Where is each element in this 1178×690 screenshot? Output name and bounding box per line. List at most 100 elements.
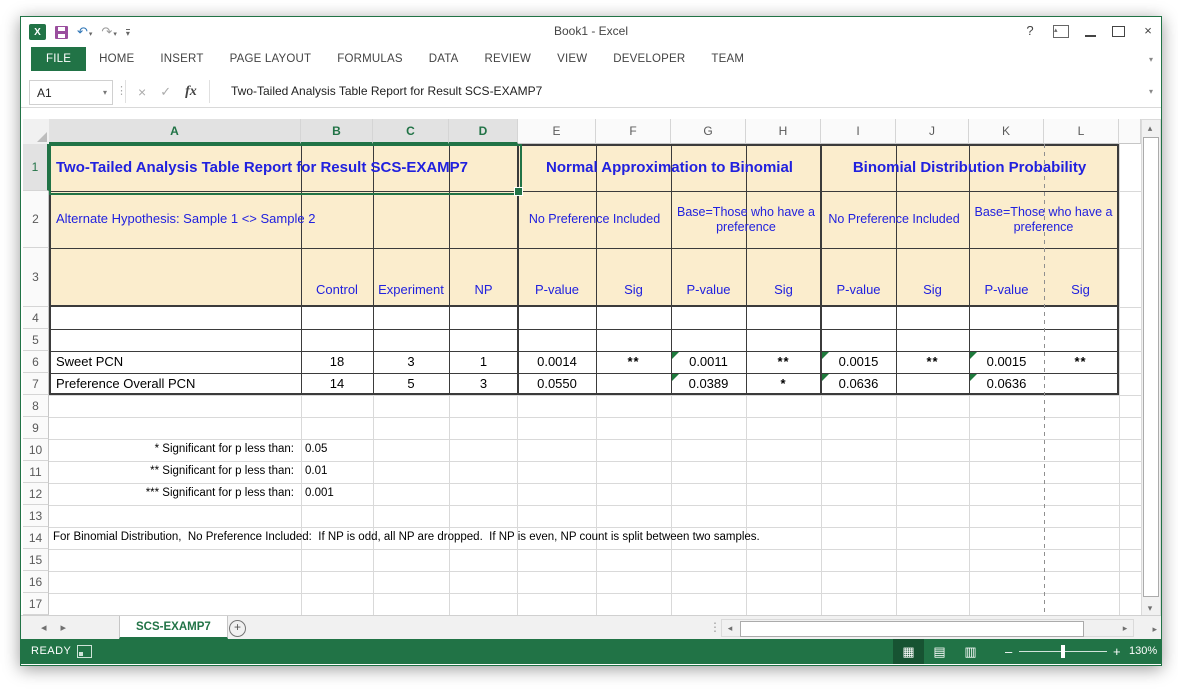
row-header-4[interactable]: 4: [23, 307, 49, 329]
cell-G2[interactable]: Base=Those who have a preference: [672, 191, 820, 248]
page-break-view-icon[interactable]: ▥: [955, 639, 986, 664]
column-header-C[interactable]: C: [373, 119, 449, 144]
ribbon-tab-view[interactable]: VIEW: [544, 47, 600, 71]
macro-record-icon[interactable]: [77, 645, 92, 658]
cell-I6[interactable]: 0.0015: [821, 351, 896, 373]
ribbon-tab-file[interactable]: FILE: [31, 47, 86, 71]
cell-E6[interactable]: 0.0014: [518, 351, 596, 373]
normal-view-icon[interactable]: ▦: [893, 639, 924, 664]
cell-B10[interactable]: 0.05: [305, 439, 395, 461]
scroll-left-icon[interactable]: ◂: [722, 620, 738, 636]
cell-K6[interactable]: 0.0015: [969, 351, 1044, 373]
ribbon-tab-insert[interactable]: INSERT: [147, 47, 216, 71]
cell-C6[interactable]: 3: [373, 351, 449, 373]
row-header-8[interactable]: 8: [23, 395, 49, 417]
cell-D3[interactable]: NP: [449, 248, 518, 307]
column-header-H[interactable]: H: [746, 119, 821, 144]
row-header-7[interactable]: 7: [23, 373, 49, 395]
zoom-in-button[interactable]: +: [1113, 644, 1121, 659]
minimize-button[interactable]: [1085, 25, 1096, 37]
column-header-I[interactable]: I: [821, 119, 896, 144]
column-header-E[interactable]: E: [518, 119, 596, 144]
column-header-J[interactable]: J: [896, 119, 969, 144]
column-header-D[interactable]: D: [449, 119, 518, 144]
row-header-16[interactable]: 16: [23, 571, 49, 593]
insert-function-icon[interactable]: fx: [185, 84, 197, 100]
cell-B7[interactable]: 14: [301, 373, 373, 395]
row-header-3[interactable]: 3: [23, 248, 49, 307]
column-header-B[interactable]: B: [301, 119, 373, 144]
chevron-down-icon[interactable]: ▾: [103, 88, 112, 97]
new-sheet-button[interactable]: +: [229, 620, 246, 637]
sheet-tab-scs-examp7[interactable]: SCS-EXAMP7: [119, 616, 228, 639]
ribbon-tab-page-layout[interactable]: PAGE LAYOUT: [217, 47, 325, 71]
expand-formula-bar-icon[interactable]: ▾: [1149, 87, 1153, 96]
zoom-slider-thumb[interactable]: [1061, 645, 1065, 658]
horizontal-scrollbar-thumb[interactable]: [740, 621, 1084, 637]
cell-A7[interactable]: Preference Overall PCN: [49, 373, 301, 395]
zoom-out-button[interactable]: –: [1005, 644, 1012, 659]
cell-B3[interactable]: Control: [301, 248, 373, 307]
cell-H6[interactable]: **: [746, 351, 821, 373]
cell-F7[interactable]: [596, 373, 671, 395]
cell-B11[interactable]: 0.01: [305, 461, 395, 483]
cell-H7[interactable]: *: [746, 373, 821, 395]
cell-E3[interactable]: P-value: [518, 248, 596, 307]
cell-A12[interactable]: *** Significant for p less than:: [49, 483, 299, 505]
vertical-scrollbar-thumb[interactable]: [1143, 137, 1159, 597]
cell-E1[interactable]: Normal Approximation to Binomial: [519, 144, 820, 191]
cell-G6[interactable]: 0.0011: [671, 351, 746, 373]
cell-K7[interactable]: 0.0636: [969, 373, 1044, 395]
row-header-13[interactable]: 13: [23, 505, 49, 527]
cell-L3[interactable]: Sig: [1044, 248, 1117, 307]
column-header-G[interactable]: G: [671, 119, 746, 144]
column-header-L[interactable]: L: [1044, 119, 1119, 144]
name-box[interactable]: A1 ▾: [29, 80, 113, 105]
cell-J7[interactable]: [896, 373, 969, 395]
cell-D6[interactable]: 1: [449, 351, 518, 373]
row-header-15[interactable]: 15: [23, 549, 49, 571]
cell-I2[interactable]: No Preference Included: [821, 191, 967, 248]
ribbon-tab-home[interactable]: HOME: [86, 47, 147, 71]
row-header-2[interactable]: 2: [23, 191, 49, 248]
ribbon-display-options-button[interactable]: ▴: [1053, 25, 1069, 38]
row-header-1[interactable]: 1: [23, 144, 49, 191]
cell-I1[interactable]: Binomial Distribution Probability: [822, 144, 1117, 191]
cell-G7[interactable]: 0.0389: [671, 373, 746, 395]
scroll-down-icon[interactable]: ▾: [1142, 600, 1158, 616]
ribbon-tab-formulas[interactable]: FORMULAS: [324, 47, 416, 71]
fill-handle[interactable]: [514, 187, 523, 196]
zoom-level[interactable]: 130%: [1129, 645, 1157, 657]
scroll-right-icon[interactable]: ▸: [1117, 620, 1133, 636]
ribbon-tab-developer[interactable]: DEVELOPER: [600, 47, 698, 71]
cell-F6[interactable]: **: [596, 351, 671, 373]
ribbon-tab-data[interactable]: DATA: [416, 47, 472, 71]
page-layout-view-icon[interactable]: ▤: [924, 639, 955, 664]
cell-C7[interactable]: 5: [373, 373, 449, 395]
scroll-right-edge-icon[interactable]: ▸: [1152, 624, 1157, 635]
cell-K3[interactable]: P-value: [969, 248, 1044, 307]
cell-A2[interactable]: Alternate Hypothesis: Sample 1 <> Sample…: [49, 191, 518, 248]
scroll-up-icon[interactable]: ▴: [1142, 120, 1158, 136]
formula-input[interactable]: Two-Tailed Analysis Table Report for Res…: [231, 84, 1131, 98]
column-header-K[interactable]: K: [969, 119, 1044, 144]
enter-icon[interactable]: ✓: [160, 84, 171, 100]
cell-G3[interactable]: P-value: [671, 248, 746, 307]
ribbon-tab-team[interactable]: TEAM: [698, 47, 757, 71]
cell-K2[interactable]: Base=Those who have a preference: [970, 191, 1117, 248]
cell-C3[interactable]: Experiment: [373, 248, 449, 307]
row-header-14[interactable]: 14: [23, 527, 49, 549]
cell-H3[interactable]: Sig: [746, 248, 821, 307]
cell-E2[interactable]: No Preference Included: [518, 191, 671, 248]
cell-B6[interactable]: 18: [301, 351, 373, 373]
sheet-nav-arrows[interactable]: ◂▸: [41, 621, 80, 634]
vertical-scrollbar[interactable]: ▴ ▾: [1141, 119, 1161, 617]
row-header-11[interactable]: 11: [23, 461, 49, 483]
cell-A10[interactable]: * Significant for p less than:: [49, 439, 299, 461]
tab-split-handle[interactable]: ⋮: [709, 620, 721, 634]
horizontal-scrollbar[interactable]: ◂ ▸: [721, 619, 1134, 637]
cell-A11[interactable]: ** Significant for p less than:: [49, 461, 299, 483]
cell-A14-footnote[interactable]: For Binomial Distribution, No Preference…: [53, 527, 1013, 549]
cell-L7[interactable]: [1044, 373, 1117, 395]
row-header-17[interactable]: 17: [23, 593, 49, 615]
